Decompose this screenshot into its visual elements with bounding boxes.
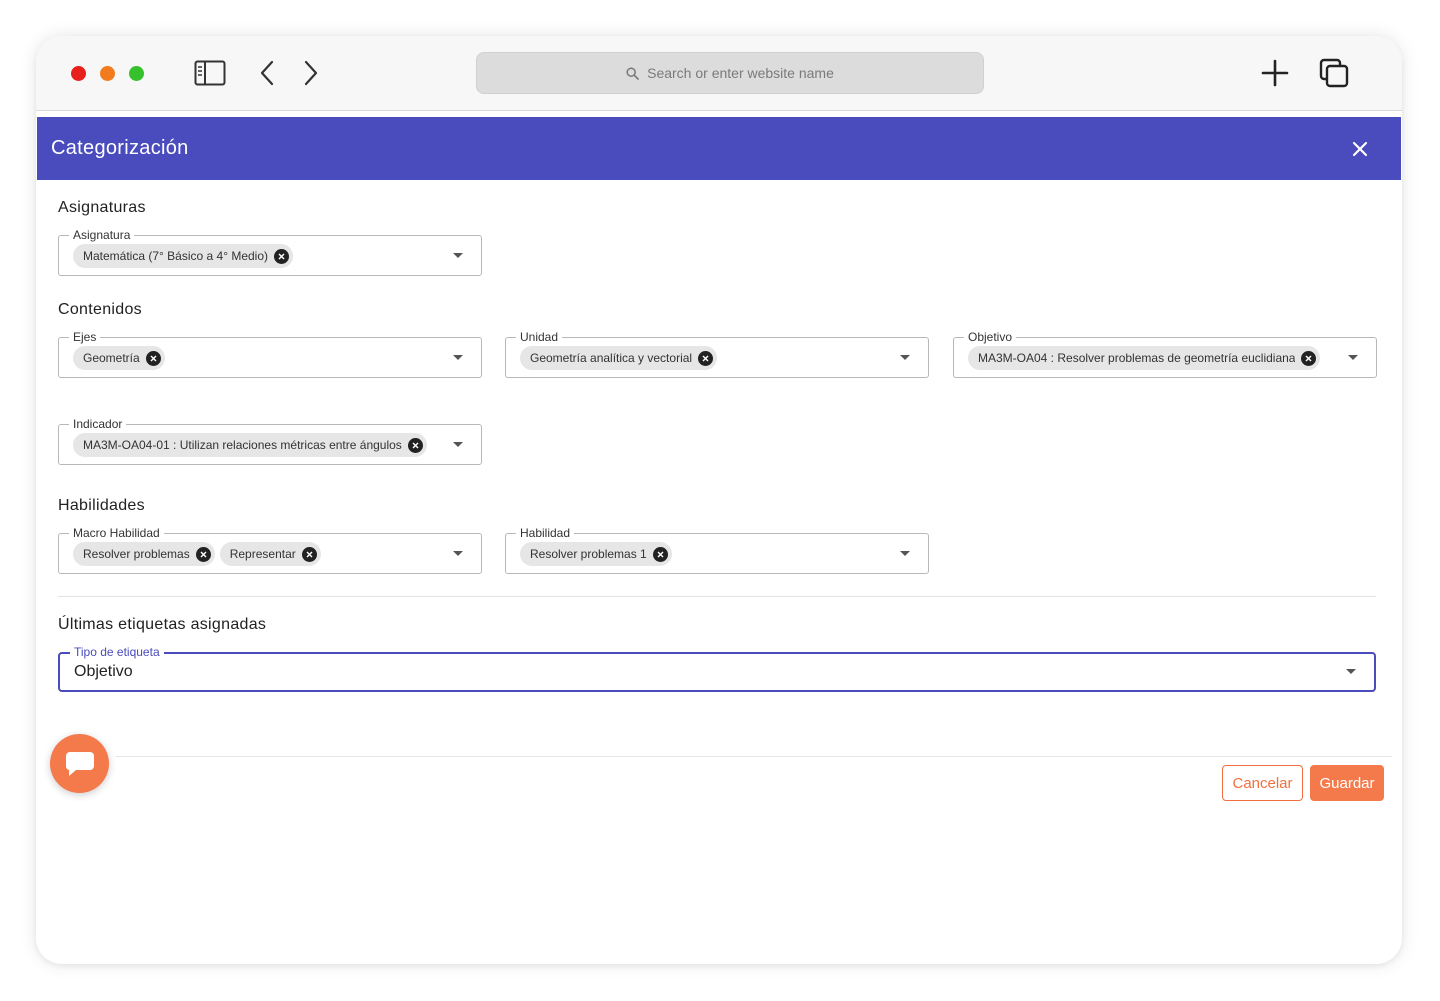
- chip: Resolver problemas: [73, 542, 215, 566]
- chip: Geometría analítica y vectorial: [520, 346, 718, 370]
- browser-window: Search or enter website name Categorizac…: [36, 36, 1402, 964]
- chip-remove-button[interactable]: [407, 437, 423, 453]
- chip-remove-button[interactable]: [1301, 350, 1317, 366]
- new-tab-button[interactable]: [1258, 58, 1292, 88]
- close-icon: [1305, 355, 1312, 361]
- cancel-button[interactable]: Cancelar: [1222, 765, 1303, 801]
- section-title-habilidades: Habilidades: [58, 497, 145, 514]
- indicador-label: Indicador: [69, 416, 127, 432]
- section-divider: [58, 596, 1376, 597]
- save-button[interactable]: Guardar: [1310, 765, 1384, 801]
- chevron-down-icon[interactable]: [453, 551, 463, 556]
- chevron-down-icon[interactable]: [900, 355, 910, 360]
- indicador-select[interactable]: Indicador MA3M-OA04-01 : Utilizan relaci…: [58, 416, 482, 465]
- chat-button[interactable]: [50, 734, 109, 793]
- chip-remove-button[interactable]: [698, 350, 714, 366]
- sidebar-toggle-button[interactable]: [193, 58, 227, 88]
- chip: Resolver problemas 1: [520, 542, 672, 566]
- chip-label: Resolver problemas 1: [530, 547, 647, 561]
- objetivo-select[interactable]: Objetivo MA3M-OA04 : Resolver problemas …: [953, 329, 1377, 378]
- new-tab-icon: [1261, 59, 1289, 87]
- minimize-window-button[interactable]: [100, 66, 115, 81]
- chip-remove-button[interactable]: [301, 546, 317, 562]
- browser-toolbar: Search or enter website name: [36, 36, 1402, 111]
- close-icon: [1352, 141, 1368, 157]
- forward-icon: [304, 60, 318, 86]
- search-icon: [626, 66, 639, 80]
- chip-remove-button[interactable]: [274, 248, 290, 264]
- chip-label: Geometría: [83, 351, 140, 365]
- ejes-chips: Geometría: [73, 346, 437, 370]
- indicador-chips: MA3M-OA04-01 : Utilizan relaciones métri…: [73, 433, 437, 457]
- ejes-label: Ejes: [69, 329, 101, 345]
- ejes-select[interactable]: Ejes Geometría: [58, 329, 482, 378]
- close-window-button[interactable]: [71, 66, 86, 81]
- chip-label: MA3M-OA04 : Resolver problemas de geomet…: [978, 351, 1296, 365]
- tipo-etiqueta-select[interactable]: Tipo de etiqueta Objetivo: [58, 644, 1376, 692]
- chip-remove-button[interactable]: [145, 350, 161, 366]
- forward-button[interactable]: [300, 58, 322, 88]
- chip-label: MA3M-OA04-01 : Utilizan relaciones métri…: [83, 438, 402, 452]
- close-icon: [702, 355, 709, 361]
- chip: Representar: [219, 542, 321, 566]
- close-modal-button[interactable]: [1349, 138, 1371, 160]
- unidad-select[interactable]: Unidad Geometría analítica y vectorial: [505, 329, 929, 378]
- habilidad-chips: Resolver problemas 1: [520, 542, 884, 566]
- objetivo-label: Objetivo: [964, 329, 1017, 345]
- address-placeholder: Search or enter website name: [647, 65, 834, 81]
- chevron-down-icon[interactable]: [453, 253, 463, 258]
- chevron-down-icon[interactable]: [453, 355, 463, 360]
- footer-divider: [116, 756, 1392, 757]
- modal-header: Categorización: [37, 117, 1401, 180]
- chip-remove-button[interactable]: [652, 546, 668, 562]
- chip: Geometría: [73, 346, 165, 370]
- tabs-overview-button[interactable]: [1317, 58, 1351, 88]
- close-icon: [278, 253, 285, 259]
- macro-habilidad-select[interactable]: Macro Habilidad Resolver problemas Repre…: [58, 525, 482, 574]
- close-icon: [412, 442, 419, 448]
- chip-remove-button[interactable]: [195, 546, 211, 562]
- maximize-window-button[interactable]: [129, 66, 144, 81]
- macro-habilidad-label: Macro Habilidad: [69, 525, 164, 541]
- habilidad-select[interactable]: Habilidad Resolver problemas 1: [505, 525, 929, 574]
- chevron-down-icon[interactable]: [1348, 355, 1358, 360]
- chip: MA3M-OA04-01 : Utilizan relaciones métri…: [73, 433, 427, 457]
- back-icon: [260, 60, 274, 86]
- unidad-label: Unidad: [516, 329, 563, 345]
- sidebar-icon: [194, 60, 226, 86]
- chevron-down-icon[interactable]: [1346, 669, 1356, 674]
- habilidad-label: Habilidad: [516, 525, 575, 541]
- close-icon: [657, 551, 664, 557]
- chip-label: Matemática (7° Básico a 4° Medio): [83, 249, 269, 263]
- address-bar[interactable]: Search or enter website name: [476, 52, 984, 94]
- asignatura-chips: Matemática (7° Básico a 4° Medio): [73, 244, 437, 268]
- close-icon: [200, 551, 207, 557]
- chip: Matemática (7° Básico a 4° Medio): [73, 244, 294, 268]
- chevron-down-icon[interactable]: [453, 442, 463, 447]
- section-title-ultimas-etiquetas: Últimas etiquetas asignadas: [58, 616, 267, 633]
- unidad-chips: Geometría analítica y vectorial: [520, 346, 884, 370]
- section-title-contenidos: Contenidos: [58, 301, 142, 318]
- macro-habilidad-chips: Resolver problemas Representar: [73, 542, 437, 566]
- chip-label: Representar: [229, 547, 296, 561]
- close-icon: [306, 551, 313, 557]
- tabs-overview-icon: [1319, 58, 1349, 88]
- section-title-asignaturas: Asignaturas: [58, 199, 146, 216]
- chip: MA3M-OA04 : Resolver problemas de geomet…: [968, 346, 1321, 370]
- asignatura-label: Asignatura: [69, 227, 135, 243]
- chat-bubble-icon: [65, 751, 94, 776]
- chip-label: Geometría analítica y vectorial: [530, 351, 693, 365]
- objetivo-chips: MA3M-OA04 : Resolver problemas de geomet…: [968, 346, 1332, 370]
- close-icon: [150, 355, 157, 361]
- back-button[interactable]: [256, 58, 278, 88]
- asignatura-select[interactable]: Asignatura Matemática (7° Básico a 4° Me…: [58, 227, 482, 276]
- tipo-etiqueta-value: Objetivo: [74, 663, 133, 680]
- modal-title: Categorización: [51, 137, 189, 159]
- chevron-down-icon[interactable]: [900, 551, 910, 556]
- chip-label: Resolver problemas: [83, 547, 190, 561]
- tipo-etiqueta-label: Tipo de etiqueta: [70, 644, 164, 660]
